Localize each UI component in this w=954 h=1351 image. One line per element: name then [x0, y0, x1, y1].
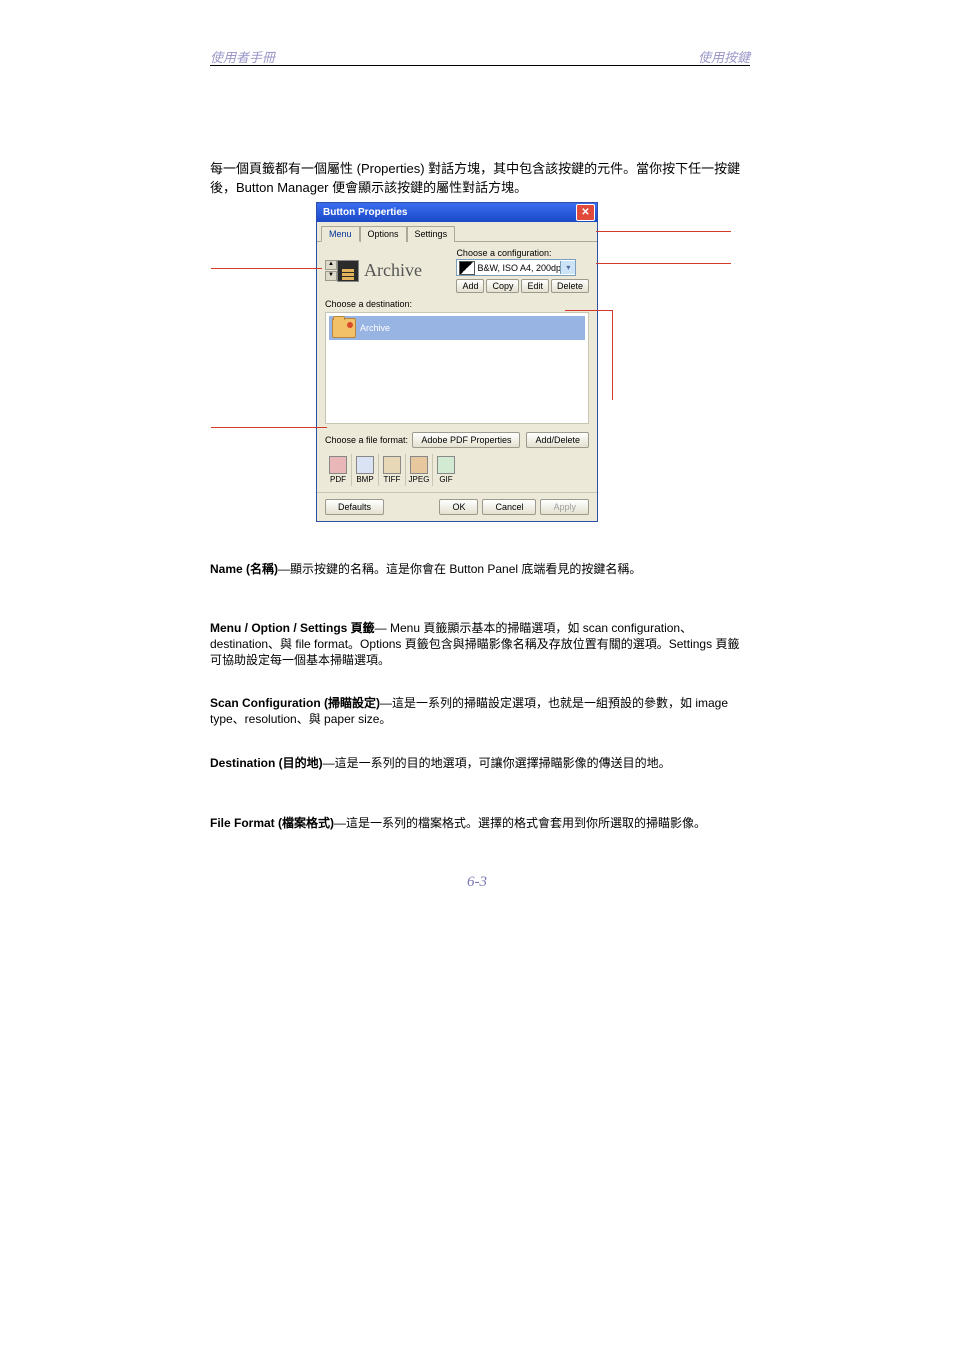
format-jpeg[interactable]: JPEG: [406, 454, 433, 486]
config-combo[interactable]: B&W, ISO A4, 200dpi ▾: [456, 259, 576, 276]
leader-scan-config: [596, 263, 731, 264]
archive-icon: [337, 260, 359, 282]
format-bmp[interactable]: BMP: [352, 454, 379, 486]
leader-name: [211, 268, 322, 269]
tab-settings[interactable]: Settings: [407, 226, 456, 242]
delete-button[interactable]: Delete: [551, 279, 589, 293]
format-gif[interactable]: GIF: [433, 454, 459, 486]
header-right: 使用按鍵: [698, 47, 750, 66]
destination-list[interactable]: Archive: [325, 312, 589, 424]
dialog-title: Button Properties: [323, 207, 407, 218]
callout-format: File Format (檔案格式)—這是一系列的檔案格式。選擇的格式會套用到你…: [210, 815, 750, 831]
leader-format: [211, 427, 327, 428]
button-name-field[interactable]: Archive: [364, 260, 422, 281]
button-properties-dialog: Button Properties ✕ Menu Options Setting…: [316, 202, 598, 522]
config-icon: [459, 261, 475, 275]
leader-tabs: [596, 231, 731, 232]
destination-item-archive[interactable]: Archive: [329, 316, 585, 340]
cancel-button[interactable]: Cancel: [482, 499, 536, 515]
folder-icon: [332, 318, 356, 338]
defaults-button[interactable]: Defaults: [325, 499, 384, 515]
chevron-down-icon[interactable]: ▾: [560, 261, 575, 274]
apply-button: Apply: [540, 499, 589, 515]
header-rule: [210, 65, 750, 66]
choose-format-label: Choose a file format:: [325, 435, 408, 445]
tab-row: Menu Options Settings: [317, 225, 597, 242]
callout-name: Name (名稱)—顯示按鍵的名稱。這是你會在 Button Panel 底端看…: [210, 561, 750, 577]
callout-scan: Scan Configuration (掃瞄設定)—這是一系列的掃瞄設定選項，也…: [210, 695, 750, 727]
copy-button[interactable]: Copy: [486, 279, 519, 293]
format-tiff[interactable]: TIFF: [379, 454, 406, 486]
leader-dest: [565, 310, 613, 311]
intro-para: 每一個頁籤都有一個屬性 (Properties) 對話方塊，其中包含該按鍵的元件…: [210, 160, 750, 198]
tab-options[interactable]: Options: [360, 226, 407, 242]
choose-config-label: Choose a configuration:: [456, 248, 589, 258]
choose-dest-label: Choose a destination:: [325, 299, 589, 309]
add-delete-button[interactable]: Add/Delete: [526, 432, 589, 448]
destination-label: Archive: [360, 323, 390, 333]
tab-menu[interactable]: Menu: [321, 226, 360, 242]
config-value: B&W, ISO A4, 200dpi: [477, 263, 560, 273]
page-number: 6-3: [0, 874, 954, 891]
close-icon[interactable]: ✕: [576, 204, 595, 221]
add-button[interactable]: Add: [456, 279, 484, 293]
format-pdf[interactable]: PDF: [325, 454, 352, 486]
callout-tabs: Menu / Option / Settings 頁籤— Menu 頁籤顯示基本…: [210, 620, 750, 669]
callout-dest: Destination (目的地)—這是一系列的目的地選項，可讓你選擇掃瞄影像的…: [210, 755, 750, 771]
header-left: 使用者手冊: [210, 47, 275, 66]
pdf-properties-button[interactable]: Adobe PDF Properties: [412, 432, 520, 448]
name-block: ▲▼ Archive: [325, 248, 422, 293]
dialog-titlebar: Button Properties ✕: [317, 203, 597, 222]
number-spinner[interactable]: ▲▼: [325, 260, 335, 281]
format-row: PDF BMP TIFF JPEG GIF: [325, 454, 589, 486]
edit-button[interactable]: Edit: [521, 279, 549, 293]
ok-button[interactable]: OK: [439, 499, 478, 515]
leader-dest-v: [612, 310, 613, 400]
